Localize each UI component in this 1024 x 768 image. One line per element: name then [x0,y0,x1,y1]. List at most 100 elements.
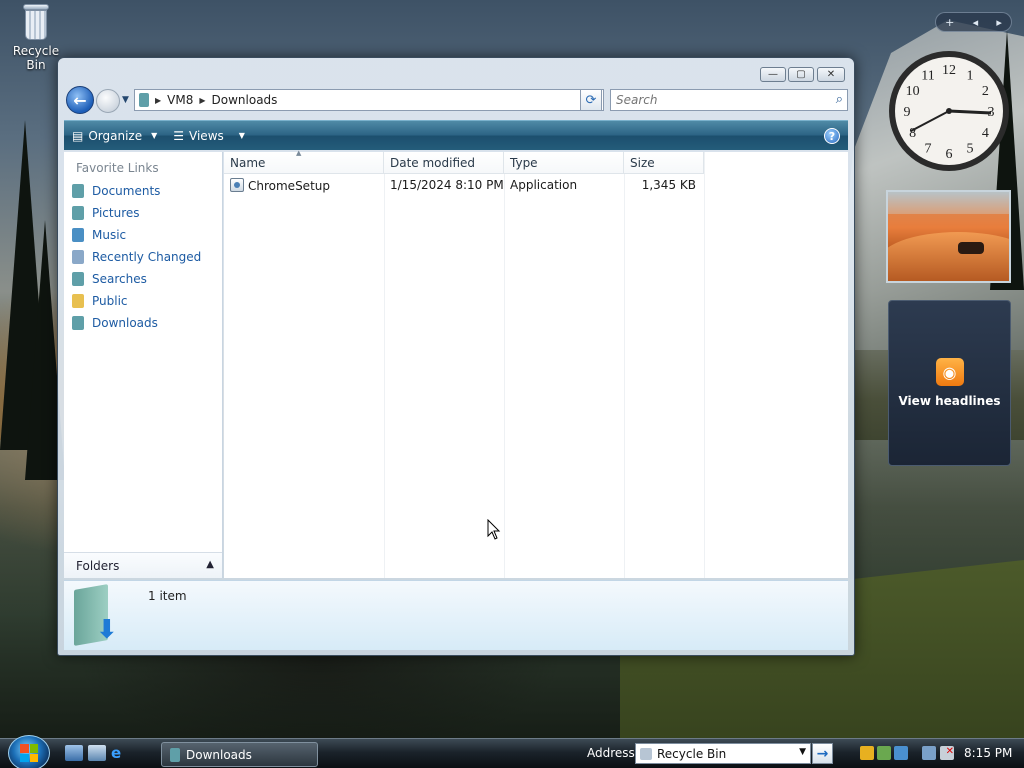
column-header-name[interactable]: ▲ Name [224,149,384,174]
search-box[interactable]: ⌕ [610,89,848,111]
close-icon: ✕ [826,69,836,80]
organize-button[interactable]: ▤ Organize ▼ [64,121,165,150]
forward-button[interactable] [96,89,120,113]
favorite-link-label: Downloads [92,316,158,330]
address-dropdown-icon[interactable]: ▼ [799,747,806,757]
favorite-links-list: Documents Pictures Music Recently Changed Se… [64,180,222,334]
chevron-down-icon: ▼ [238,131,245,140]
column-divider [384,152,385,578]
file-size: 1,345 KB [641,178,696,192]
breadcrumb-arrow-icon[interactable]: ▶ [155,96,161,105]
column-header-date[interactable]: Date modified [384,152,504,174]
next-icon[interactable]: ▸ [996,16,1002,29]
network-status-icon[interactable] [922,746,936,760]
column-header-size[interactable]: Size [624,152,704,174]
feed-headlines-gadget[interactable]: ◉ View headlines [888,300,1011,466]
close-button[interactable]: ✕ [817,67,845,82]
file-name-cell[interactable]: ChromeSetup [224,177,384,193]
clock-hour-hand [948,109,992,115]
breadcrumb-vm8[interactable]: VM8 [167,93,193,107]
recently-changed-icon [72,250,84,264]
volume-muted-icon[interactable]: ✕ [940,746,954,760]
column-header-type-label: Type [510,156,538,170]
oryx-image [958,242,984,254]
taskbar-downloads-button[interactable]: Downloads [161,742,318,767]
views-label: Views [189,128,224,143]
searches-icon [72,272,84,286]
minimize-button[interactable]: — [760,67,786,82]
application-icon [230,177,244,192]
column-headers: ▲ Name Date modified Type Size [224,149,704,174]
favorite-link-recently-changed[interactable]: Recently Changed [64,246,222,268]
rss-icon: ◉ [935,358,964,386]
add-gadget-icon[interactable]: + [945,16,954,29]
chevron-down-icon: ▼ [151,131,158,140]
music-icon [72,228,84,242]
column-header-type[interactable]: Type [504,152,624,174]
clock-numeral: 7 [925,141,932,156]
taskbar-downloads-label: Downloads [186,747,252,762]
recent-pages-dropdown[interactable]: ▼ [122,95,129,105]
clock-gadget[interactable]: 121234567891011 [887,49,1011,173]
favorite-link-documents[interactable]: Documents [64,180,222,202]
security-alert-icon[interactable] [860,746,874,760]
clock-numeral: 2 [982,84,989,99]
favorite-link-label: Public [92,294,128,308]
favorite-link-downloads[interactable]: Downloads [64,312,222,334]
command-bar: ▤ Organize ▼ ☰ Views ▼ ? [64,120,848,150]
network-icon[interactable] [894,746,908,760]
taskbar-address-field[interactable]: Recycle Bin ▼ [635,743,811,764]
file-date: 1/15/2024 8:10 PM [390,178,504,192]
taskbar: e Downloads Address Recycle Bin ▼ → ✕ 8:… [0,735,1024,768]
clock-numeral: 5 [967,141,974,156]
sort-arrow-icon: ▲ [296,149,302,157]
favorite-link-label: Documents [92,184,161,198]
slideshow-gadget[interactable] [886,190,1011,283]
taskbar-clock[interactable]: 8:15 PM [964,746,1012,760]
favorite-link-pictures[interactable]: Pictures [64,202,222,224]
back-arrow-icon: ← [73,90,87,110]
favorite-link-music[interactable]: Music [64,224,222,246]
go-button[interactable]: → [812,743,833,764]
file-type: Application [510,178,578,192]
clock-numeral: 6 [946,147,953,162]
help-icon[interactable]: ? [824,128,840,144]
favorite-link-public[interactable]: Public [64,290,222,312]
previous-icon[interactable]: ◂ [973,16,979,29]
mouse-cursor-icon [487,519,501,540]
folders-toggle[interactable]: Folders ▲ [64,552,222,578]
switch-windows-icon[interactable] [88,745,106,761]
internet-explorer-icon[interactable]: e [111,745,129,761]
search-icon[interactable]: ⌕ [836,92,843,107]
favorite-link-label: Music [92,228,127,242]
breadcrumb-arrow-icon[interactable]: ▶ [199,96,205,105]
downloads-large-icon: ⬇ [74,584,120,646]
column-header-name-label: Name [230,156,266,170]
windows-logo-icon [20,744,38,762]
address-bar[interactable]: ▶ VM8 ▶ Downloads ▼ [134,89,604,111]
breadcrumb-downloads[interactable]: Downloads [212,93,278,107]
views-button[interactable]: ☰ Views ▼ [165,121,253,150]
item-count: 1 item [148,589,187,603]
refresh-icon: ⟳ [585,92,597,108]
safely-remove-icon[interactable] [877,746,891,760]
minimize-icon: — [768,69,778,80]
show-desktop-icon[interactable] [65,745,83,761]
explorer-window: — ▢ ✕ ← ▼ ▶ VM8 ▶ Downloads ▼ ⟳ ⌕ ▤ Orga… [57,57,855,656]
column-divider [624,152,625,578]
start-button[interactable] [8,735,50,768]
file-name: ChromeSetup [248,178,330,193]
refresh-button[interactable]: ⟳ [580,89,602,111]
taskbar-address-value: Recycle Bin [657,746,727,761]
public-folder-icon [72,294,84,308]
favorite-link-searches[interactable]: Searches [64,268,222,290]
maximize-button[interactable]: ▢ [788,67,814,82]
pictures-icon [72,206,84,220]
search-input[interactable] [616,93,816,107]
column-divider [504,152,505,578]
back-button[interactable]: ← [66,86,94,114]
file-row[interactable]: ChromeSetup 1/15/2024 8:10 PM Applicatio… [224,174,704,196]
recycle-bin-icon [21,2,51,42]
downloads-folder-icon [170,747,180,762]
clock-numeral: 1 [967,69,974,84]
